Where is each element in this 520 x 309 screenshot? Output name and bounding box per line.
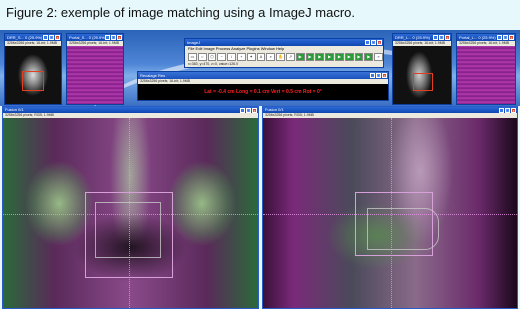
imagej-status: x=363, y=470, z=0, value=126.0 [188,62,239,66]
minimize-icon[interactable]: _ [497,35,502,40]
freehand-tool-icon[interactable]: ~ [217,53,227,61]
close-icon[interactable]: x [377,40,382,45]
xray-thumbnail [5,46,61,104]
macro-tool-icon[interactable]: ▶ [315,53,325,61]
maximize-icon[interactable]: □ [439,35,444,40]
figure-caption: Figure 2: exemple of image matching usin… [6,5,356,20]
close-icon[interactable]: x [117,35,122,40]
thumb-window-drr-lateral[interactable]: DRR_L... 0 (25.9%) _ □ x 3256x3256 pixels;… [392,33,452,105]
fused-lateral-image[interactable] [263,118,517,308]
close-icon[interactable]: x [509,35,514,40]
rectangle-tool-icon[interactable]: ▭ [188,53,197,61]
wand-tool-icon[interactable]: ✦ [246,53,256,61]
polygon-tool-icon[interactable]: ⬠ [207,53,217,61]
minimize-icon[interactable]: _ [433,35,438,40]
fused-frontal-image[interactable] [3,118,258,308]
minimize-icon[interactable]: _ [499,108,504,113]
macro-tool-icon[interactable]: ▶ [344,53,354,61]
macro-tool-icon[interactable]: ▶ [305,53,315,61]
portal-thumbnail [457,46,515,104]
imagej-window[interactable]: ImageJ _ □ x File Edit Image Process Analy… [184,38,384,68]
fusion-window-lateral[interactable]: Fusion 0/1 _ □ x 3256x3256 pixels; RGB; 1.… [262,106,518,309]
maximize-icon[interactable]: □ [376,73,381,78]
maximize-icon[interactable]: □ [111,35,116,40]
magnifier-tool-icon[interactable]: ⌕ [266,53,276,61]
dropper-tool-icon[interactable]: ↗ [285,53,295,61]
minimize-icon[interactable]: _ [240,108,245,113]
minimize-icon[interactable]: _ [105,35,110,40]
close-icon[interactable]: x [252,108,257,113]
thumb-window-portal-lateral[interactable]: Portal_L... 0 (25.9%) _ □ x 3256x3256 pixe… [456,33,516,105]
more-tools-icon[interactable]: » [374,53,383,61]
matching-box-inner [367,208,439,250]
minimize-icon[interactable]: _ [365,40,370,45]
thumb-window-title[interactable]: DRR_L... 0 (25.9%) _ □ x [393,34,451,41]
result-titlebar[interactable]: Recalage Res _ □ x [138,72,388,79]
imagej-toolbar: ▭ ○ ⬠ ~ / + ✦ A ⌕ ✋ ↗ ▶ ▶ ▶ ▶ ▶ ▶ ▶ ▶ » [185,53,383,61]
minimize-icon[interactable]: _ [43,35,48,40]
close-icon[interactable]: x [445,35,450,40]
imagej-menubar[interactable]: File Edit Image Process Analyze Plugins … [185,46,383,52]
xray-thumbnail [393,46,451,104]
maximize-icon[interactable]: □ [503,35,508,40]
macro-tool-icon[interactable]: ▶ [354,53,364,61]
point-tool-icon[interactable]: + [236,53,246,61]
thumb-window-drr-frontal[interactable]: DRR_S... 0 (25.9%) _ □ x 3256x3256 pixels;… [4,33,62,105]
close-icon[interactable]: x [382,73,387,78]
line-tool-icon[interactable]: / [227,53,236,61]
macro-tool-icon[interactable]: ▶ [325,53,334,61]
registration-result-text: Lat = -0.4 cm Long = 0.1 cm Vert = 0.5 c… [204,89,322,95]
macro-tool-icon[interactable]: ▶ [364,53,374,61]
maximize-icon[interactable]: □ [371,40,376,45]
thumb-window-title[interactable]: Portal_L... 0 (25.9%) _ □ x [457,34,515,41]
region-box [413,73,433,91]
result-window[interactable]: Recalage Res _ □ x 3256x3256 pixels; 16-bi… [137,71,389,101]
maximize-icon[interactable]: □ [49,35,54,40]
fusion-window-titlebar[interactable]: Fusion 0/1 _ □ x [3,107,258,113]
close-icon[interactable]: x [55,35,60,40]
thumb-window-title[interactable]: Portal_S... 0 (25.9%) _ □ x [67,34,123,41]
macro-tool-icon[interactable]: ▶ [295,53,305,61]
text-tool-icon[interactable]: A [256,53,266,61]
region-box [22,71,44,91]
close-icon[interactable]: x [511,108,516,113]
hand-tool-icon[interactable]: ✋ [276,53,285,61]
maximize-icon[interactable]: □ [246,108,251,113]
imagej-titlebar[interactable]: ImageJ _ □ x [185,39,383,46]
macro-tool-icon[interactable]: ▶ [334,53,344,61]
fusion-window-titlebar[interactable]: Fusion 0/1 _ □ x [263,107,517,113]
thumb-window-title[interactable]: DRR_S... 0 (25.9%) _ □ x [5,34,61,41]
matching-box-inner [95,202,161,258]
portal-thumbnail [67,46,123,104]
fusion-window-frontal[interactable]: Fusion 0/1 _ □ x 3256x3256 pixels; RGB; 1.… [2,106,259,309]
minimize-icon[interactable]: _ [370,73,375,78]
maximize-icon[interactable]: □ [505,108,510,113]
thumb-window-portal-frontal[interactable]: Portal_S... 0 (25.9%) _ □ x 3256x3256 pixe… [66,33,124,105]
oval-tool-icon[interactable]: ○ [197,53,207,61]
